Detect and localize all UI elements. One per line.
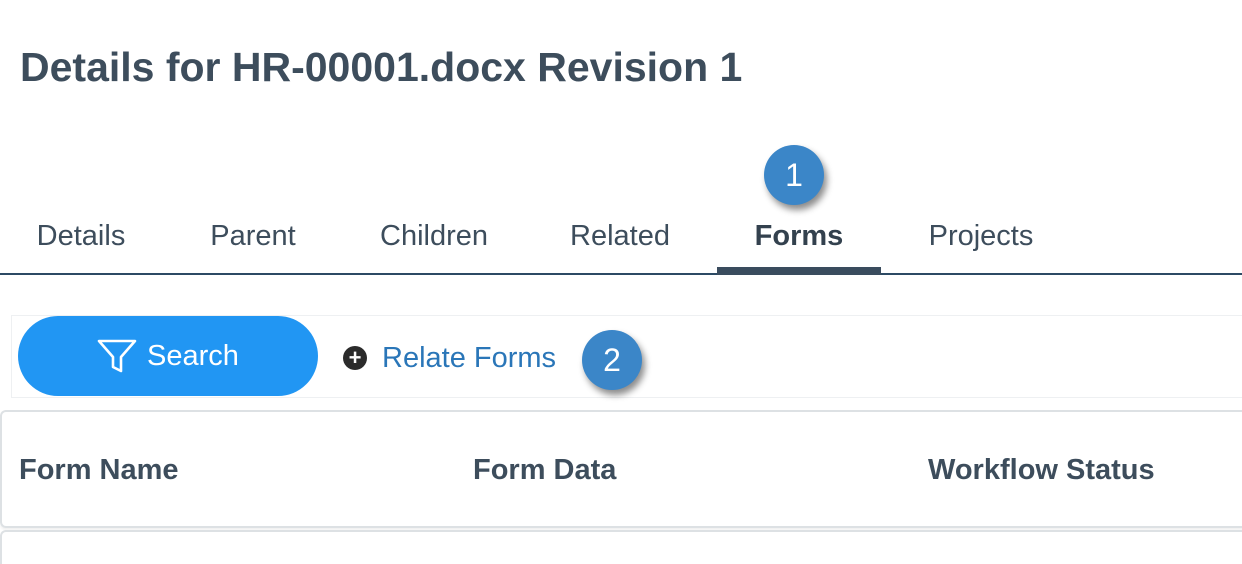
tab-related[interactable]: Related [552, 220, 688, 273]
tab-children[interactable]: Children [362, 220, 506, 273]
column-header-form-name[interactable]: Form Name [19, 454, 179, 487]
column-header-workflow-status[interactable]: Workflow Status [928, 454, 1155, 487]
plus-circle-icon: + [343, 346, 367, 370]
tab-projects[interactable]: Projects [910, 220, 1052, 273]
page-title: Details for HR-00001.docx Revision 1 [20, 44, 743, 90]
tab-forms[interactable]: Forms [717, 220, 881, 275]
tab-label: Related [570, 220, 670, 252]
table-body [0, 530, 1242, 564]
tab-bar: Details Parent Children Related Forms Pr… [0, 200, 1242, 275]
tab-details[interactable]: Details [20, 220, 142, 273]
filter-icon [97, 339, 137, 373]
search-button-label: Search [147, 339, 239, 372]
relate-forms-label: Relate Forms [382, 341, 557, 374]
step-callout-2: 2 [582, 330, 642, 390]
tab-label: Parent [210, 220, 296, 252]
tab-label: Forms [754, 220, 844, 252]
tab-label: Details [36, 220, 126, 252]
tab-label: Children [380, 220, 488, 252]
tab-parent[interactable]: Parent [190, 220, 316, 273]
search-button[interactable]: Search [18, 316, 318, 396]
active-tab-indicator [717, 267, 881, 275]
relate-forms-link[interactable]: + Relate Forms [343, 338, 556, 378]
column-header-form-data[interactable]: Form Data [473, 454, 616, 487]
document-details-page: Details for HR-00001.docx Revision 1 Det… [0, 0, 1242, 564]
tab-label: Projects [928, 220, 1034, 252]
step-callout-1: 1 [764, 145, 824, 205]
